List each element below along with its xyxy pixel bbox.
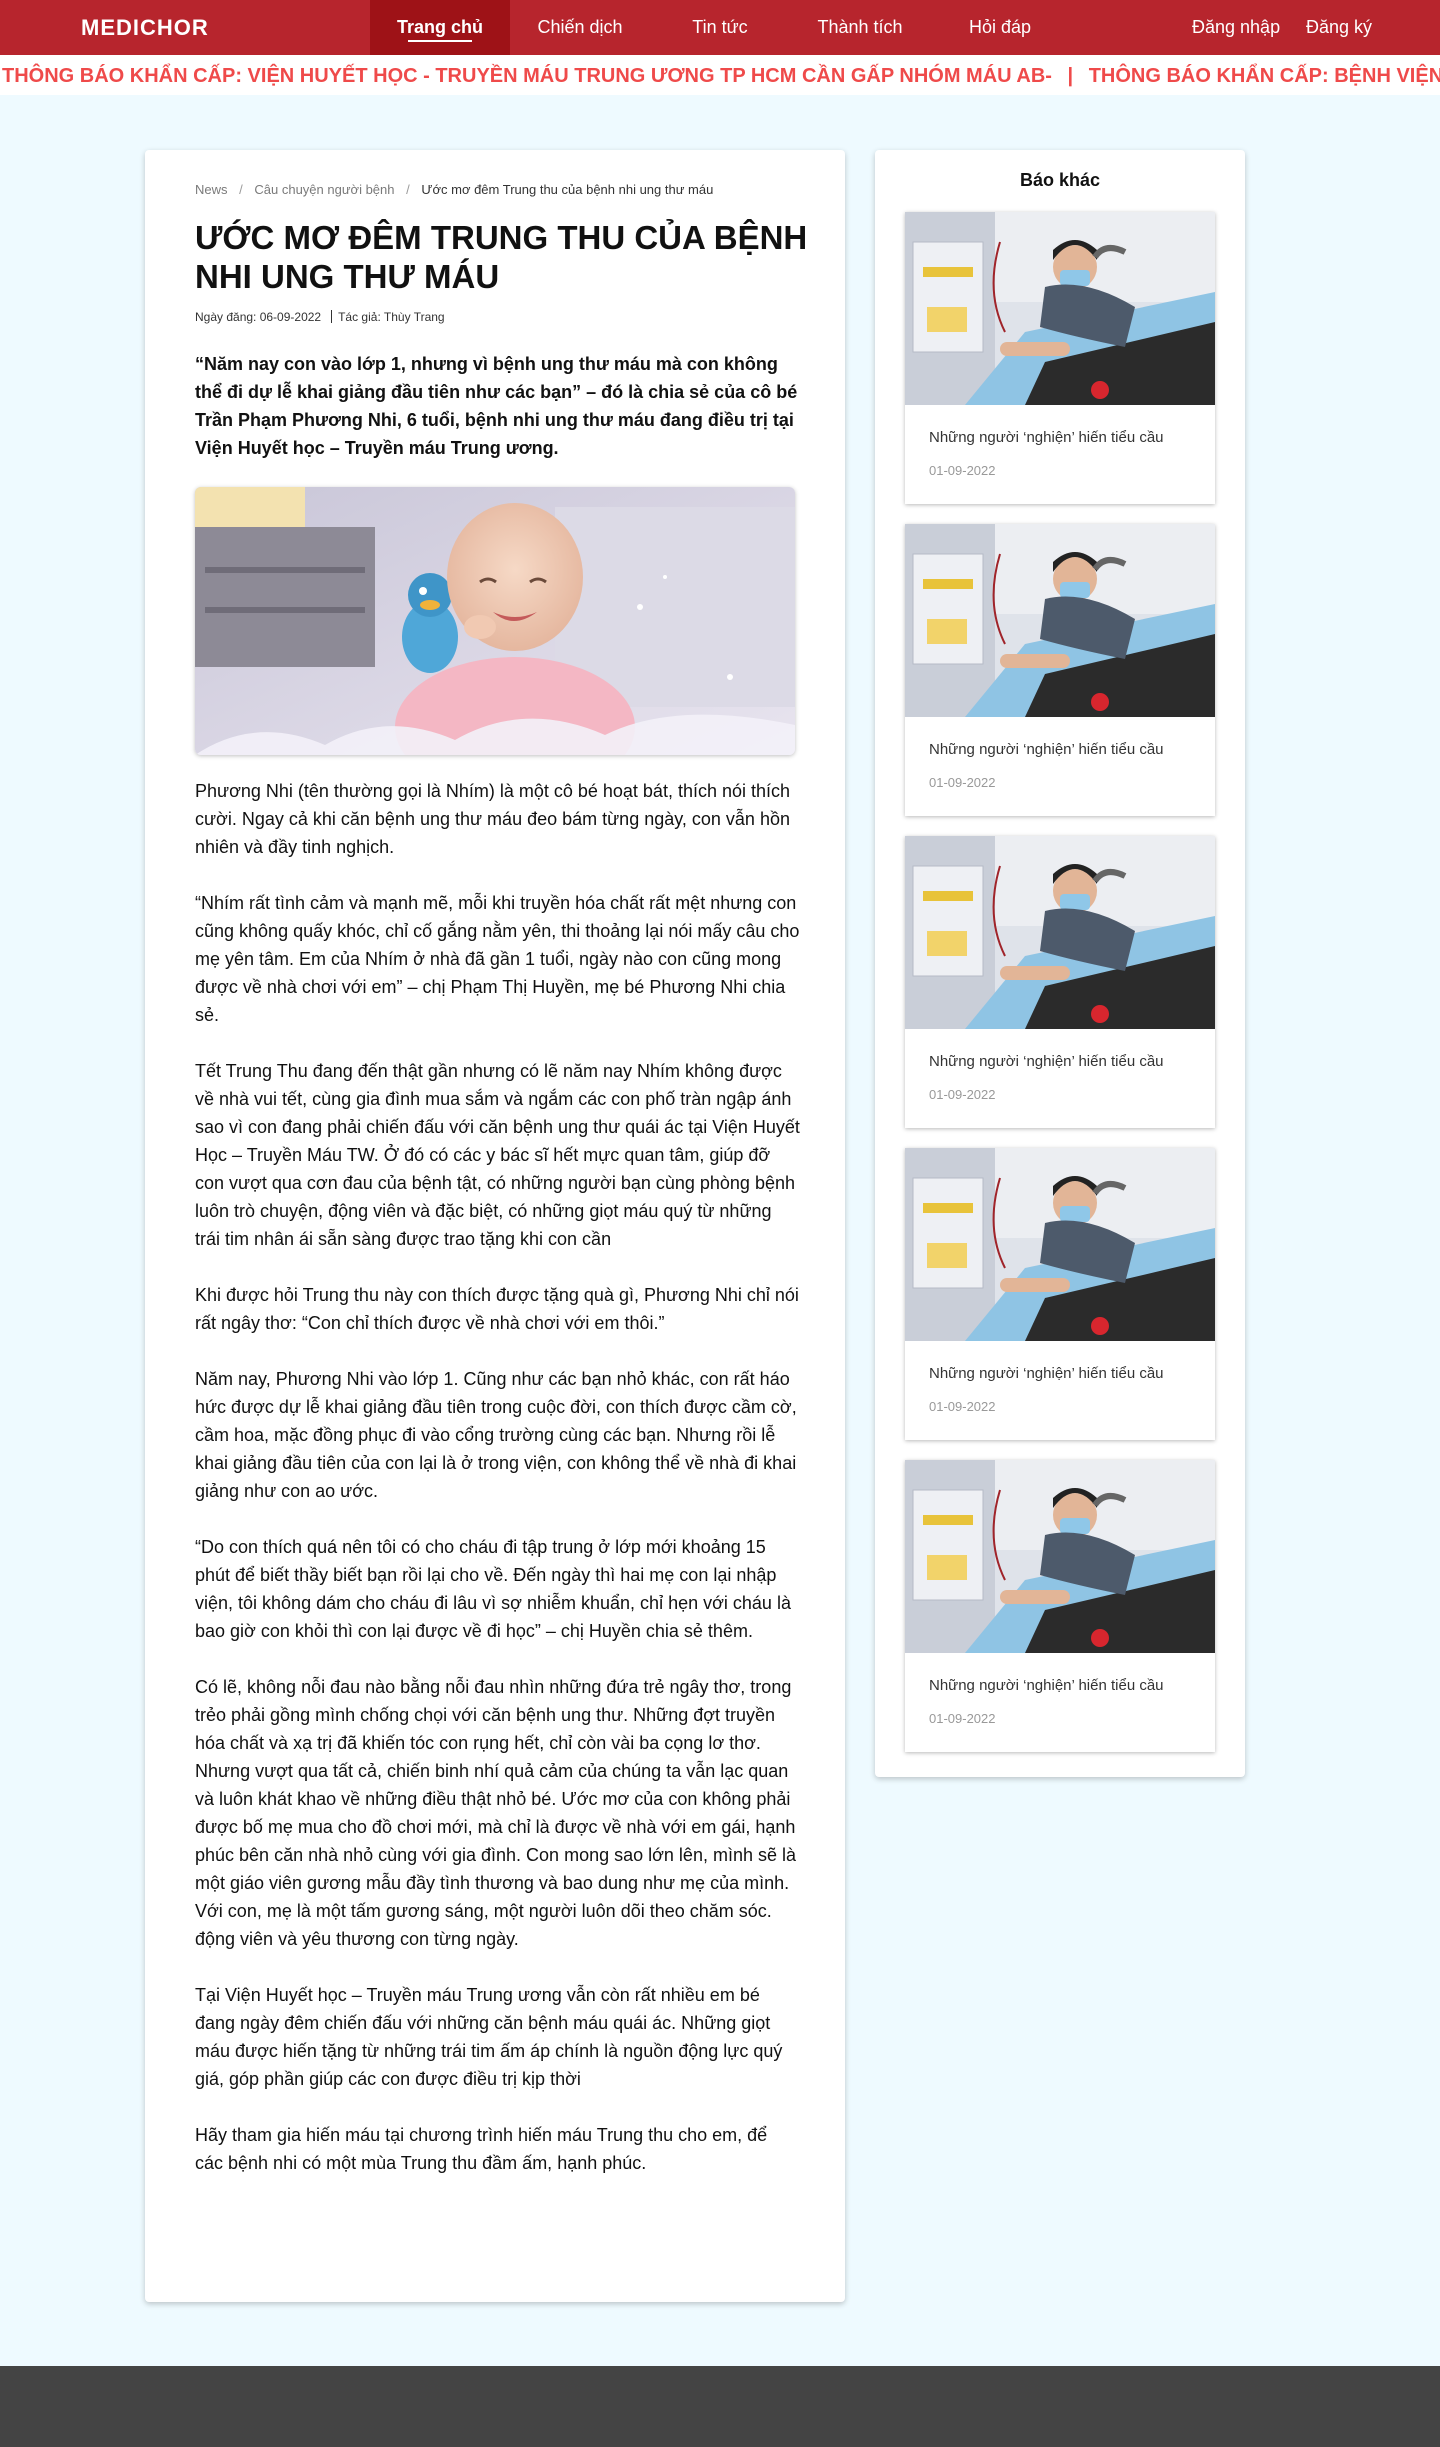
news-date: 01-09-2022 bbox=[929, 1087, 996, 1102]
news-date: 01-09-2022 bbox=[929, 463, 996, 478]
related-news-card[interactable]: Những người ‘nghiện’ hiến tiểu cầu 01-09… bbox=[905, 524, 1215, 816]
article-body: Phương Nhi (tên thường gọi là Nhím) là m… bbox=[195, 777, 800, 2205]
news-thumbnail[interactable] bbox=[905, 1148, 1215, 1341]
related-news-card[interactable]: Những người ‘nghiện’ hiến tiểu cầu 01-09… bbox=[905, 212, 1215, 504]
active-underline bbox=[408, 40, 472, 42]
ticker-text-repeat[interactable]: THÔNG BÁO KHẨN CẤP: BỆNH VIỆN bbox=[1089, 65, 1440, 87]
article-author: Tác giả: Thùy Trang bbox=[338, 310, 445, 324]
article-paragraph: “Nhím rất tình cảm và mạnh mẽ, mỗi khi t… bbox=[195, 893, 800, 1025]
news-title[interactable]: Những người ‘nghiện’ hiến tiểu cầu bbox=[929, 741, 1164, 758]
child-photo-illustration bbox=[195, 487, 795, 755]
breadcrumb-separator: / bbox=[239, 182, 243, 197]
article-title: ƯỚC MƠ ĐÊM TRUNG THU CỦA BỆNH NHI UNG TH… bbox=[195, 219, 808, 295]
news-title[interactable]: Những người ‘nghiện’ hiến tiểu cầu bbox=[929, 1365, 1164, 1382]
news-thumbnail[interactable] bbox=[905, 212, 1215, 405]
article-paragraph: Hãy tham gia hiến máu tại chương trình h… bbox=[195, 2125, 768, 2173]
news-thumbnail[interactable] bbox=[905, 836, 1215, 1029]
login-link[interactable]: Đăng nhập bbox=[1192, 0, 1280, 55]
article-paragraph: Tết Trung Thu đang đến thật gần nhưng có… bbox=[195, 1061, 800, 1249]
article-paragraph: Có lẽ, không nỗi đau nào bằng nỗi đau nh… bbox=[195, 1677, 796, 1949]
blood-donor-photo bbox=[905, 1148, 1215, 1341]
related-news-card[interactable]: Những người ‘nghiện’ hiến tiểu cầu 01-09… bbox=[905, 836, 1215, 1128]
nav-item-faq[interactable]: Hỏi đáp bbox=[930, 0, 1070, 55]
article-meta: Ngày đăng: 06-09-2022 Tác giả: Thùy Trang bbox=[195, 310, 445, 324]
emergency-ticker: THÔNG BÁO KHẨN CẤP: VIỆN HUYẾT HỌC - TRU… bbox=[0, 55, 1440, 95]
breadcrumb-category[interactable]: Câu chuyện người bệnh bbox=[254, 182, 394, 197]
sidebar-title: Báo khác bbox=[1019, 170, 1101, 190]
article-hero-image bbox=[195, 487, 795, 755]
page-footer bbox=[0, 2366, 1440, 2447]
article-paragraph: Phương Nhi (tên thường gọi là Nhím) là m… bbox=[195, 781, 791, 857]
article-paragraph: Tại Viện Huyết học – Truyền máu Trung ươ… bbox=[195, 1985, 783, 2089]
breadcrumb: News / Câu chuyện người bệnh / Ước mơ đê… bbox=[195, 182, 713, 197]
breadcrumb-news[interactable]: News bbox=[195, 182, 228, 197]
nav-item-home-label: Trang chủ bbox=[396, 17, 483, 37]
register-link[interactable]: Đăng ký bbox=[1306, 0, 1372, 55]
blood-donor-photo bbox=[905, 1460, 1215, 1653]
top-navbar: MEDICHOR Trang chủ Chiến dịch Tin tức Th… bbox=[0, 0, 1440, 55]
related-news-card[interactable]: Những người ‘nghiện’ hiến tiểu cầu 01-09… bbox=[905, 1460, 1215, 1752]
article-card: News / Câu chuyện người bệnh / Ước mơ đê… bbox=[145, 150, 845, 2302]
news-title[interactable]: Những người ‘nghiện’ hiến tiểu cầu bbox=[929, 429, 1164, 446]
news-date: 01-09-2022 bbox=[929, 775, 996, 790]
article-date: Ngày đăng: 06-09-2022 bbox=[195, 310, 322, 324]
blood-donor-photo bbox=[905, 836, 1215, 1029]
news-date: 01-09-2022 bbox=[929, 1399, 996, 1414]
article-lead: “Năm nay con vào lớp 1, nhưng vì bệnh un… bbox=[195, 354, 798, 458]
nav-item-news[interactable]: Tin tức bbox=[650, 0, 790, 55]
breadcrumb-separator: / bbox=[406, 182, 410, 197]
article-paragraph: Khi được hỏi Trung thu này con thích đượ… bbox=[195, 1285, 799, 1333]
related-news-card[interactable]: Những người ‘nghiện’ hiến tiểu cầu 01-09… bbox=[905, 1148, 1215, 1440]
meta-divider bbox=[331, 310, 333, 323]
nav-item-achievements[interactable]: Thành tích bbox=[790, 0, 930, 55]
nav-item-home[interactable]: Trang chủ bbox=[370, 0, 510, 55]
ticker-separator: | bbox=[1067, 65, 1074, 87]
news-thumbnail[interactable] bbox=[905, 524, 1215, 717]
ticker-text[interactable]: THÔNG BÁO KHẨN CẤP: VIỆN HUYẾT HỌC - TRU… bbox=[2, 65, 1052, 87]
news-date: 01-09-2022 bbox=[929, 1711, 996, 1726]
news-title[interactable]: Những người ‘nghiện’ hiến tiểu cầu bbox=[929, 1053, 1164, 1070]
breadcrumb-current: Ước mơ đêm Trung thu của bệnh nhi ung th… bbox=[421, 182, 714, 197]
news-title[interactable]: Những người ‘nghiện’ hiến tiểu cầu bbox=[929, 1677, 1164, 1694]
nav-item-campaigns[interactable]: Chiến dịch bbox=[510, 0, 650, 55]
related-news-sidebar: Báo khác Những người ‘nghiện’ hiến tiểu … bbox=[875, 150, 1245, 1777]
brand-logo[interactable]: MEDICHOR bbox=[81, 15, 209, 41]
news-thumbnail[interactable] bbox=[905, 1460, 1215, 1653]
blood-donor-photo bbox=[905, 524, 1215, 717]
article-paragraph: “Do con thích quá nên tôi có cho cháu đi… bbox=[195, 1537, 791, 1641]
article-paragraph: Năm nay, Phương Nhi vào lớp 1. Cũng như … bbox=[195, 1369, 797, 1501]
blood-donor-photo bbox=[905, 212, 1215, 405]
